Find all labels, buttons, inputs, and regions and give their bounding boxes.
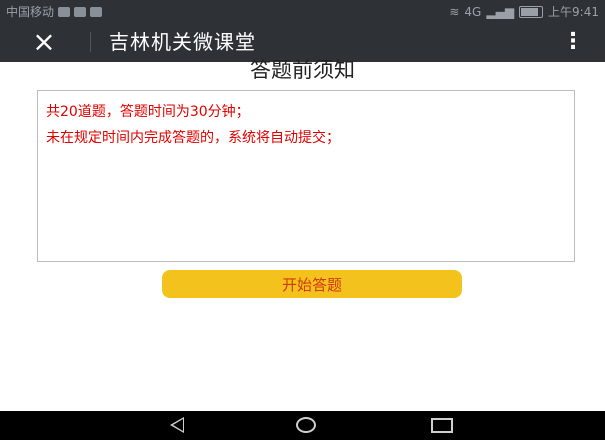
status-bar: 中国移动 ≋ 4G ▂▄▆ 上午9:41 xyxy=(0,0,605,22)
notice-box: 共20道题，答题时间为30分钟； 未在规定时间内完成答题的，系统将自动提交； xyxy=(37,90,575,262)
title-divider xyxy=(90,32,91,52)
notice-line: 共20道题，答题时间为30分钟； xyxy=(46,104,250,120)
more-menu-icon[interactable]: ⋮ xyxy=(561,28,585,56)
back-icon[interactable] xyxy=(170,417,184,433)
recent-apps-icon[interactable] xyxy=(431,418,453,433)
close-icon[interactable]: × xyxy=(28,26,60,58)
android-nav-bar xyxy=(0,411,605,440)
status-left: 中国移动 xyxy=(6,3,103,20)
notice-heading: 答题前须知 xyxy=(250,58,355,82)
battery-icon xyxy=(519,5,544,18)
home-icon[interactable] xyxy=(296,417,316,433)
notice-line: 未在规定时间内完成答题的，系统将自动提交； xyxy=(46,130,340,146)
app-icon xyxy=(74,6,87,17)
start-quiz-button[interactable]: 开始答题 xyxy=(162,270,462,298)
wechat-icon xyxy=(58,6,71,17)
network-label: 4G xyxy=(464,4,482,19)
wifi-icon: ≋ xyxy=(449,4,460,19)
carrier-label: 中国移动 xyxy=(6,5,55,19)
page-title: 吉林机关微课堂 xyxy=(109,30,256,54)
app-icon xyxy=(90,6,103,17)
signal-icon: ▂▄▆ xyxy=(486,4,515,19)
clock: 上午9:41 xyxy=(548,5,599,19)
status-right: ≋ 4G ▂▄▆ 上午9:41 xyxy=(449,3,599,20)
